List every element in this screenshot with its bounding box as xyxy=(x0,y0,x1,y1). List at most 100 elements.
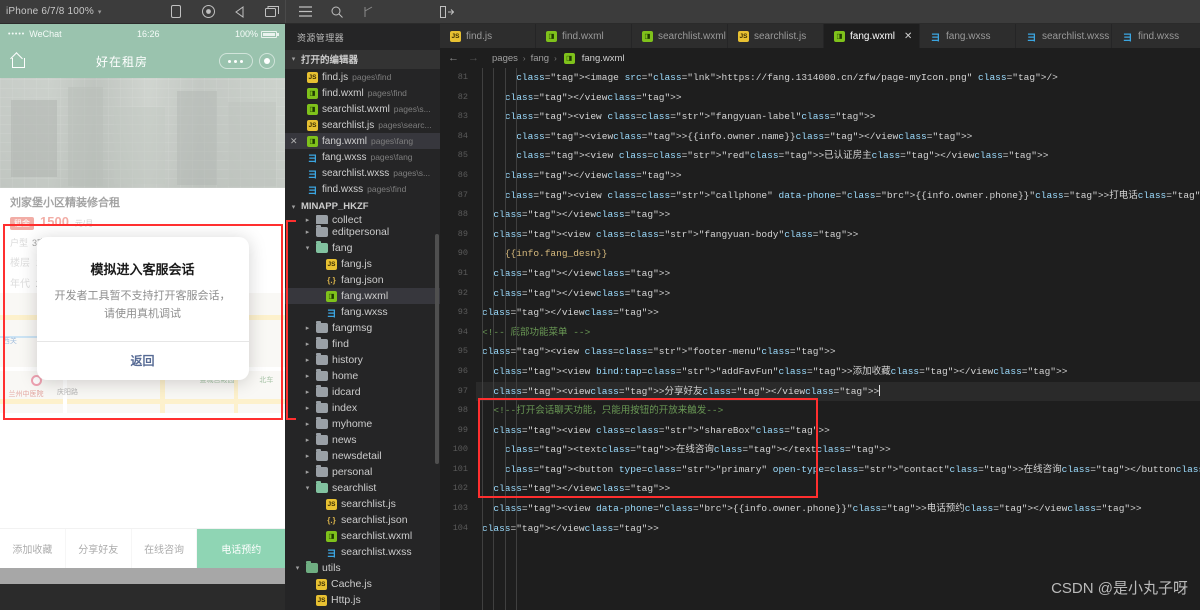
tree-file[interactable]: JS fang.js xyxy=(285,256,440,272)
project-section-header[interactable]: ▾ MINAPP_HKZF xyxy=(285,199,440,215)
list-item-active[interactable]: ✕ ◨ fang.wxml pages\fang xyxy=(285,133,440,149)
code-line[interactable]: class="tag"><view class=class="str">"fan… xyxy=(476,225,1200,245)
tree-file[interactable]: JS searchlist.js xyxy=(285,496,440,512)
tree-folder[interactable]: ▾ fang xyxy=(285,240,440,256)
code-line[interactable]: class="tag"><view class=class="str">"fan… xyxy=(476,107,1200,127)
chevron-right-icon[interactable]: ▸ xyxy=(303,216,312,224)
chevron-right-icon[interactable]: ▸ xyxy=(303,436,312,444)
chevron-down-icon[interactable]: ▾ xyxy=(303,484,312,492)
tree-file[interactable]: JS Http.js xyxy=(285,592,440,608)
chevron-right-icon[interactable]: ▸ xyxy=(303,356,312,364)
modal-back-button[interactable]: 返回 xyxy=(36,341,249,380)
tree-folder[interactable]: ▸ fangmsg xyxy=(285,320,440,336)
code-line[interactable]: class="tag"></viewclass="tag">> xyxy=(476,205,1200,225)
tree-folder[interactable]: ▸ personal xyxy=(285,464,440,480)
tree-file[interactable]: ◨ searchlist.wxml xyxy=(285,528,440,544)
tree-folder[interactable]: ▸ find xyxy=(285,336,440,352)
editor-tab[interactable]: JS find.js xyxy=(440,24,536,48)
branch-icon[interactable] xyxy=(362,5,376,19)
tree-folder[interactable]: ▸ index xyxy=(285,400,440,416)
code-line[interactable]: <!-- 底部功能菜单 --> xyxy=(476,323,1200,343)
tree-folder[interactable]: ▸ collect xyxy=(285,215,440,224)
editor-tab[interactable]: ヨ fang.wxss xyxy=(920,24,1016,48)
code-line[interactable]: class="tag"></viewclass="tag">> xyxy=(476,519,1200,539)
code-line[interactable]: class="tag"><image src="class="lnk">http… xyxy=(476,68,1200,88)
breadcrumb-part-pages[interactable]: pages xyxy=(492,53,518,64)
tree-folder[interactable]: ▾ searchlist xyxy=(285,480,440,496)
code-line[interactable]: class="tag"><viewclass="tag">>{{info.own… xyxy=(476,127,1200,147)
code-line[interactable]: class="tag"></viewclass="tag">> xyxy=(476,166,1200,186)
record-icon[interactable] xyxy=(201,5,215,19)
code-line[interactable]: class="tag"><view class=class="str">"sha… xyxy=(476,421,1200,441)
chevron-down-icon[interactable]: ▾ xyxy=(98,8,102,16)
open-editors-section-header[interactable]: ▾ 打开的编辑器 xyxy=(285,50,440,69)
chevron-right-icon[interactable]: ▸ xyxy=(303,324,312,332)
code-line[interactable]: class="tag"><viewclass="tag">>分享好友class=… xyxy=(476,381,1200,402)
code-line[interactable]: class="tag"><view class=class="str">"red… xyxy=(476,146,1200,166)
search-icon[interactable] xyxy=(330,5,344,19)
tree-folder[interactable]: ▾ utils xyxy=(285,560,440,576)
list-item[interactable]: ◨ find.wxml pages\find xyxy=(285,85,440,101)
chevron-right-icon[interactable]: ▸ xyxy=(303,420,312,428)
code-content[interactable]: class="tag"><image src="class="lnk">http… xyxy=(476,68,1200,610)
tree-file[interactable]: JS Cache.js xyxy=(285,576,440,592)
chevron-right-icon[interactable]: ▸ xyxy=(303,228,312,236)
nav-forward-icon[interactable]: → xyxy=(466,52,481,64)
breadcrumb-part-fang[interactable]: fang xyxy=(531,53,550,64)
tree-folder[interactable]: ▸ home xyxy=(285,368,440,384)
tree-folder[interactable]: ▸ idcard xyxy=(285,384,440,400)
tree-file[interactable]: ◨ fang.wxml xyxy=(285,288,440,304)
clear-icon[interactable] xyxy=(265,5,279,19)
editor-tab[interactable]: ヨ searchlist.wxss xyxy=(1016,24,1112,48)
chevron-right-icon[interactable]: ▸ xyxy=(303,372,312,380)
chevron-right-icon[interactable]: ▸ xyxy=(303,340,312,348)
code-line[interactable]: class="tag"><view data-phone="class="brc… xyxy=(476,499,1200,519)
device-selector[interactable]: iPhone 6/7/8 100% xyxy=(6,6,94,17)
code-line[interactable]: class="tag"><button type=class="str">"pr… xyxy=(476,460,1200,480)
tree-folder[interactable]: ▸ news xyxy=(285,432,440,448)
chevron-down-icon[interactable]: ▾ xyxy=(289,55,298,63)
editor-tab[interactable]: ◨ searchlist.wxml xyxy=(632,24,728,48)
code-line[interactable]: class="tag"><view class=class="str">"foo… xyxy=(476,342,1200,362)
code-line[interactable]: class="tag"></viewclass="tag">> xyxy=(476,88,1200,108)
tree-folder[interactable]: ▸ newsdetail xyxy=(285,448,440,464)
code-line[interactable]: class="tag"></viewclass="tag">> xyxy=(476,303,1200,323)
editor-tab[interactable]: ヨ find.wxss xyxy=(1112,24,1200,48)
list-item[interactable]: JS searchlist.js pages\searc... xyxy=(285,117,440,133)
code-line[interactable]: class="tag"><textclass="tag">>在线咨询class=… xyxy=(476,440,1200,460)
editor-tab[interactable]: ◨ fang.wxml ✕ xyxy=(824,24,920,48)
code-line[interactable]: class="tag"></viewclass="tag">> xyxy=(476,284,1200,304)
code-line[interactable]: class="tag"><view bind:tap=class="str">"… xyxy=(476,362,1200,382)
tree-file[interactable]: ヨ fang.wxss xyxy=(285,304,440,320)
close-icon[interactable]: ✕ xyxy=(904,31,912,42)
code-editor[interactable]: 81 82 83 84 85 86 87 88 89 90 91 92 93 94 95 96 97 98 99 10… xyxy=(440,68,1200,610)
chevron-down-icon[interactable]: ▾ xyxy=(289,203,298,211)
panel-toggle-icon[interactable] xyxy=(440,5,454,19)
code-line[interactable]: {{info.fang_desn}} xyxy=(476,244,1200,264)
code-line[interactable]: class="tag"><view class=class="str">"cal… xyxy=(476,186,1200,206)
editor-tab[interactable]: ◨ find.wxml xyxy=(536,24,632,48)
tree-file[interactable]: {.} searchlist.json xyxy=(285,512,440,528)
tree-folder[interactable]: ▸ editpersonal xyxy=(285,224,440,240)
list-item[interactable]: ヨ searchlist.wxss pages\s... xyxy=(285,165,440,181)
tree-file[interactable]: ヨ searchlist.wxss xyxy=(285,544,440,560)
list-item[interactable]: ヨ fang.wxss pages\fang xyxy=(285,149,440,165)
editor-tab[interactable]: JS searchlist.js xyxy=(728,24,824,48)
tree-folder[interactable]: ▸ history xyxy=(285,352,440,368)
explorer-scrollbar[interactable] xyxy=(435,234,439,464)
code-line[interactable]: <!--打开会话聊天功能，只能用按钮的开放来触发--> xyxy=(476,401,1200,421)
code-line[interactable]: class="tag"></viewclass="tag">> xyxy=(476,479,1200,499)
menu-icon[interactable] xyxy=(298,5,312,19)
breadcrumb-part-file[interactable]: fang.wxml xyxy=(582,53,625,64)
chevron-down-icon[interactable]: ▾ xyxy=(303,244,312,252)
chevron-right-icon[interactable]: ▸ xyxy=(303,452,312,460)
list-item[interactable]: JS find.js pages\find xyxy=(285,69,440,85)
code-line[interactable]: class="tag"></viewclass="tag">> xyxy=(476,264,1200,284)
nav-back-icon[interactable]: ← xyxy=(446,52,461,64)
close-icon[interactable]: ✕ xyxy=(290,136,298,147)
list-item[interactable]: ◨ searchlist.wxml pages\s... xyxy=(285,101,440,117)
list-item[interactable]: ヨ find.wxss pages\find xyxy=(285,181,440,197)
chevron-right-icon[interactable]: ▸ xyxy=(303,468,312,476)
chevron-down-icon[interactable]: ▾ xyxy=(293,564,302,572)
tree-folder[interactable]: ▸ myhome xyxy=(285,416,440,432)
